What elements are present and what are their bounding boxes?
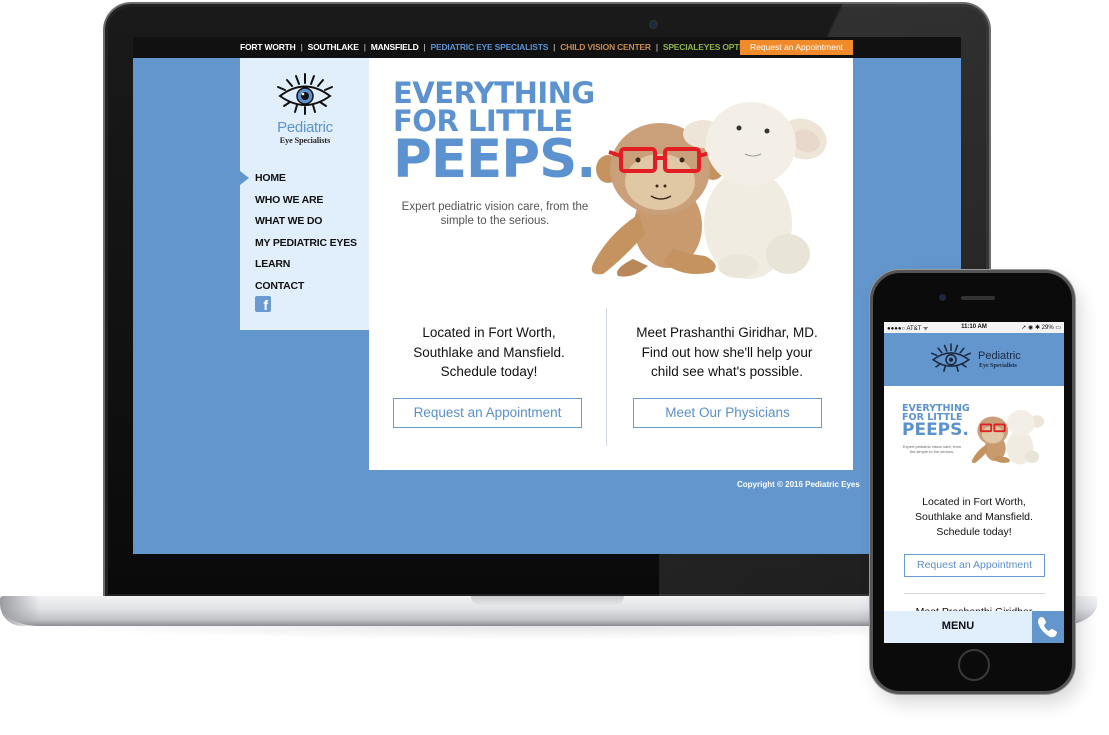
mobile-header: Pediatric Eye Specialists — [884, 333, 1064, 386]
mobile-request-appointment-button[interactable]: Request an Appointment — [904, 554, 1045, 577]
battery-status: ➚ ◉ ✱ 29% ▭ — [1021, 325, 1061, 331]
laptop-notch — [471, 596, 624, 606]
mobile-locations-line-1: Located in Fort Worth, — [922, 496, 1026, 508]
home-button[interactable] — [958, 649, 990, 681]
locations-text-line-2: Southlake and Mansfield. — [413, 344, 565, 360]
separator: | — [363, 42, 366, 52]
logo-name: Pediatric — [277, 119, 333, 136]
nav-home[interactable]: HOME — [255, 171, 357, 193]
link-pediatric-eye-specialists[interactable]: PEDIATRIC EYE SPECIALISTS — [431, 42, 549, 52]
logo-tagline: Eye Specialists — [279, 136, 331, 145]
status-bar: ●●●●○ AT&T ᯤ 11:10 AM ➚ ◉ ✱ 29% ▭ — [884, 322, 1064, 333]
mobile-logo-tagline: Eye Specialists — [979, 363, 1017, 369]
mobile-locations-line-3: Schedule today! — [936, 526, 1012, 538]
desktop-website: FORT WORTH | SOUTHLAKE | MANSFIELD | PED… — [133, 37, 961, 554]
request-appointment-button[interactable]: Request an Appointment — [393, 398, 582, 428]
active-indicator-icon — [240, 171, 249, 185]
physician-text-line-3: child see what's possible. — [651, 364, 803, 379]
top-bar: FORT WORTH | SOUTHLAKE | MANSFIELD | PED… — [133, 37, 961, 58]
call-button[interactable] — [1032, 611, 1064, 643]
hero-line-3: PEEPS. — [393, 129, 596, 191]
phone-speaker — [961, 296, 995, 300]
separator: | — [300, 42, 303, 52]
facebook-icon[interactable]: f — [255, 296, 271, 313]
locations-column: Located in Fort Worth, Southlake and Man… — [379, 323, 599, 382]
phone-camera — [939, 294, 946, 301]
locations-text-line-1: Located in Fort Worth, — [422, 325, 556, 340]
copyright: Copyright © 2016 Pediatric Eyes — [737, 480, 860, 489]
mobile-logo-name: Pediatric — [978, 350, 1021, 362]
lamb-toy — [683, 102, 827, 279]
location-links: FORT WORTH | SOUTHLAKE | MANSFIELD | PED… — [240, 42, 758, 52]
physician-text-line-1: Meet Prashanthi Giridhar, MD. — [636, 325, 818, 340]
mobile-menu-button[interactable]: MENU — [884, 611, 1032, 643]
separator: | — [423, 42, 426, 52]
mobile-website: ●●●●○ AT&T ᯤ 11:10 AM ➚ ◉ ✱ 29% ▭ Pediat… — [884, 322, 1064, 643]
phone-frame: ●●●●○ AT&T ᯤ 11:10 AM ➚ ◉ ✱ 29% ▭ Pediat… — [870, 270, 1075, 694]
mobile-hero-headline: EVERYTHING FOR LITTLE PEEPS. — [902, 404, 970, 441]
link-fort-worth[interactable]: FORT WORTH — [240, 42, 296, 52]
eye-logo-icon — [277, 73, 333, 115]
mobile-hero-line-3: PEEPS. — [902, 420, 969, 441]
mobile-hero-subtitle: Expert pediatric vision care, from the s… — [902, 444, 962, 454]
hero-headline: EVERYTHING FOR LITTLE PEEPS. — [393, 79, 596, 191]
sidebar: Pediatric Eye Specialists HOME WHO WE AR… — [240, 58, 369, 330]
physician-column: Meet Prashanthi Giridhar, MD. Find out h… — [617, 323, 837, 382]
nav-what-we-do[interactable]: WHAT WE DO — [255, 214, 357, 236]
link-southlake[interactable]: SOUTHLAKE — [308, 42, 359, 52]
logo[interactable]: Pediatric Eye Specialists — [270, 72, 340, 152]
nav-learn[interactable]: LEARN — [255, 257, 357, 279]
laptop-camera — [649, 20, 658, 29]
main-nav: HOME WHO WE ARE WHAT WE DO MY PEDIATRIC … — [240, 171, 357, 300]
locations-text-line-3: Schedule today! — [440, 364, 538, 379]
main-content: EVERYTHING FOR LITTLE PEEPS. Expert pedi… — [369, 58, 853, 470]
separator: | — [655, 42, 658, 52]
mobile-locations-text: Located in Fort Worth, Southlake and Man… — [884, 495, 1064, 540]
physician-text-line-2: Find out how she'll help your — [641, 344, 813, 360]
mobile-divider — [904, 593, 1045, 594]
mobile-plush-toys-image — [971, 410, 1045, 465]
meet-physicians-button[interactable]: Meet Our Physicians — [633, 398, 822, 428]
nav-my-pediatric-eyes[interactable]: MY PEDIATRIC EYES — [255, 236, 357, 258]
mobile-locations-line-2: Southlake and Mansfield. — [915, 511, 1033, 523]
phone-icon — [1038, 617, 1057, 638]
link-child-vision-center[interactable]: CHILD VISION CENTER — [560, 42, 651, 52]
link-mansfield[interactable]: MANSFIELD — [371, 42, 419, 52]
plush-toys-image — [591, 102, 827, 279]
nav-who-we-are[interactable]: WHO WE ARE — [255, 193, 357, 215]
request-appointment-top-button[interactable]: Request an Appointment — [740, 40, 853, 55]
separator: | — [553, 42, 556, 52]
hero-subtitle: Expert pediatric vision care, from the s… — [401, 201, 589, 227]
mobile-eye-logo-icon — [930, 343, 972, 372]
column-divider — [606, 308, 607, 446]
